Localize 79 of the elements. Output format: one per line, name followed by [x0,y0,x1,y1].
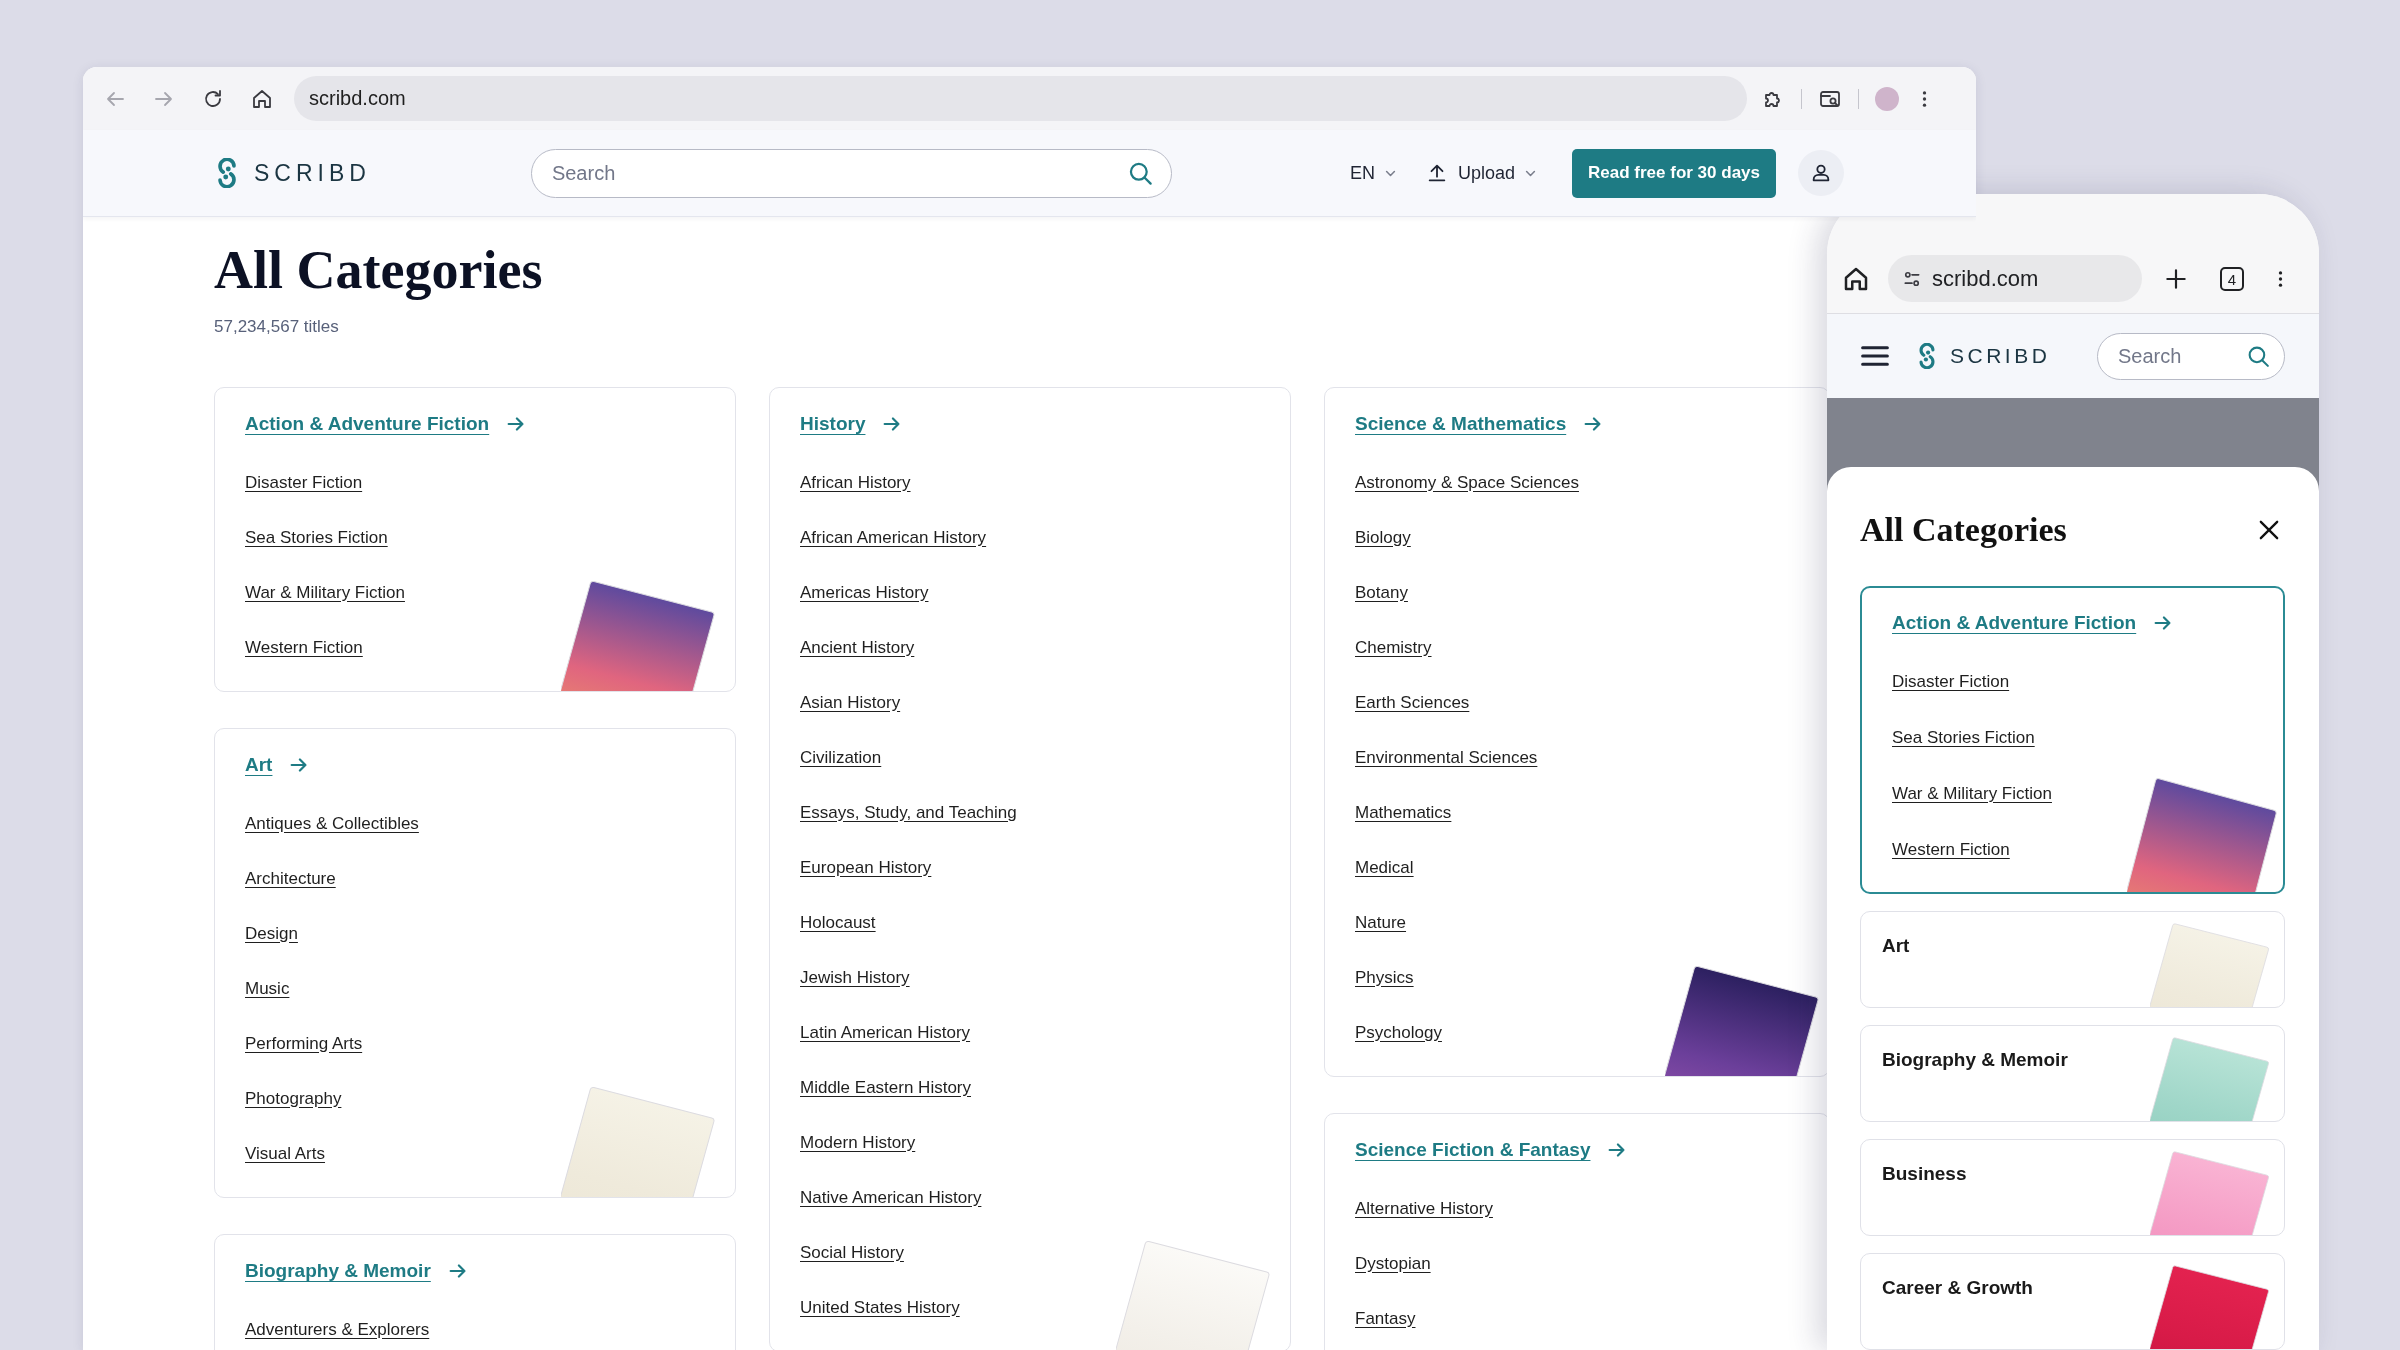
subcategory-link[interactable]: Mathematics [1355,802,1452,823]
subcategory-link[interactable]: Chemistry [1355,637,1432,658]
search-field[interactable]: Search [2097,332,2285,380]
caret-icon [1525,169,1537,177]
category-title[interactable]: Business [1882,1160,1967,1188]
subcategory-link[interactable]: Astronomy & Space Sciences [1355,472,1579,493]
category-link[interactable]: Science & Mathematics [1355,413,1567,435]
subcategory-link[interactable]: Psychology [1355,1022,1442,1043]
subcategory-link[interactable]: Medical [1355,857,1414,878]
page-title: All Categories [214,239,543,301]
subcategory-link[interactable]: Physics [1355,967,1414,988]
subcategory-link[interactable]: Biology [1355,527,1411,548]
category-title[interactable]: Biography & Memoir [1882,1046,2068,1074]
category-link[interactable]: Action & Adventure Fiction [245,413,490,435]
subcategory-link[interactable]: Environmental Sciences [1355,747,1538,768]
subcategory-link[interactable]: United States History [800,1297,960,1318]
more-icon[interactable] [1921,88,1928,109]
read-free-button[interactable]: Read free for 30 days [1572,148,1776,198]
subcategory-link[interactable]: Photography [245,1088,342,1109]
search-field[interactable]: Search [530,148,1172,198]
address-bar[interactable]: scribd.com [294,76,1747,121]
subcategory-link[interactable]: Essays, Study, and Teaching [800,802,1017,823]
caret-icon [1385,169,1396,177]
subcategory-link[interactable]: Performing Arts [245,1033,363,1054]
category-link[interactable]: History [800,413,866,435]
subcategory-link[interactable]: Dystopian [1355,1253,1431,1274]
language-selector[interactable]: EN [1349,162,1396,184]
title-count: 57,234,567 titles [214,316,339,338]
subcategory-link[interactable]: Antiques & Collectibles [245,813,419,834]
category-link[interactable]: Biography & Memoir [245,1260,431,1282]
subcategory-link[interactable]: African History [800,472,911,493]
subcategory-link[interactable]: Social History [800,1242,904,1263]
subcategory-link[interactable]: Western Fiction [245,637,363,658]
subcategory-link[interactable]: Sea Stories Fiction [1892,728,2035,748]
category-link[interactable]: Action & Adventure Fiction [1892,612,2137,634]
subcategory-link[interactable]: African American History [800,527,987,548]
subcategory-link[interactable]: Latin American History [800,1022,971,1043]
subcategory-link[interactable]: Botany [1355,582,1408,603]
address-bar[interactable]: scribd.com [1888,255,2142,302]
subcategory-link[interactable]: Fantasy [1355,1308,1416,1329]
upload-button[interactable]: Upload [1426,162,1537,184]
subcategory-link[interactable]: European History [800,857,932,878]
logo-wordmark[interactable]: SCRIBD [254,159,371,187]
category-link[interactable]: Art [245,754,273,776]
subcategory-link[interactable]: War & Military Fiction [1892,784,2052,804]
sheet-title: All Categories [1860,511,2067,549]
subcategory-link[interactable]: Music [245,978,290,999]
tab-switcher-button[interactable]: 4 [2220,267,2244,291]
subcategory-link[interactable]: Visual Arts [245,1143,325,1164]
subcategory-link[interactable]: Disaster Fiction [1892,672,2010,692]
subcategory-link[interactable]: Earth Sciences [1355,692,1470,713]
subcategory-link[interactable]: Americas History [800,582,929,603]
account-button[interactable] [1798,150,1844,196]
subcategory-link[interactable]: Modern History [800,1132,916,1153]
plus-icon[interactable] [2163,266,2189,292]
logo-wordmark[interactable]: SCRIBD [1950,344,2051,368]
subcategory-link[interactable]: Asian History [800,692,901,713]
category-title[interactable]: Career & Growth [1882,1274,2033,1302]
subcategory-link[interactable]: Civilization [800,747,882,768]
category-link[interactable]: Science Fiction & Fantasy [1355,1139,1591,1161]
upload-icon [1426,162,1448,184]
menu-icon[interactable] [1861,345,1889,367]
subcategory-link[interactable]: Ancient History [800,637,915,658]
subcategory-link[interactable]: Disaster Fiction [245,472,363,493]
subcategory-link[interactable]: Sea Stories Fiction [245,527,388,548]
subcategory-link[interactable]: Native American History [800,1187,982,1208]
subcategory-link[interactable]: Middle Eastern History [800,1077,971,1098]
user-icon [1810,162,1832,184]
subcategory-link[interactable]: Alternative History [1355,1198,1493,1219]
subcategory-link[interactable]: Architecture [245,868,336,889]
subcategory-link[interactable]: Western Fiction [1892,840,2010,860]
subcategory-link[interactable]: Nature [1355,912,1407,933]
subcategory-link[interactable]: Design [245,923,298,944]
subcategory-link[interactable]: War & Military Fiction [245,582,405,603]
subcategory-link[interactable]: Adventurers & Explorers [245,1319,430,1340]
subcategory-link[interactable]: Holocaust [800,912,876,933]
category-title[interactable]: Art [1882,932,1910,960]
more-icon[interactable] [2277,268,2284,290]
subcategory-link[interactable]: Jewish History [800,967,910,988]
